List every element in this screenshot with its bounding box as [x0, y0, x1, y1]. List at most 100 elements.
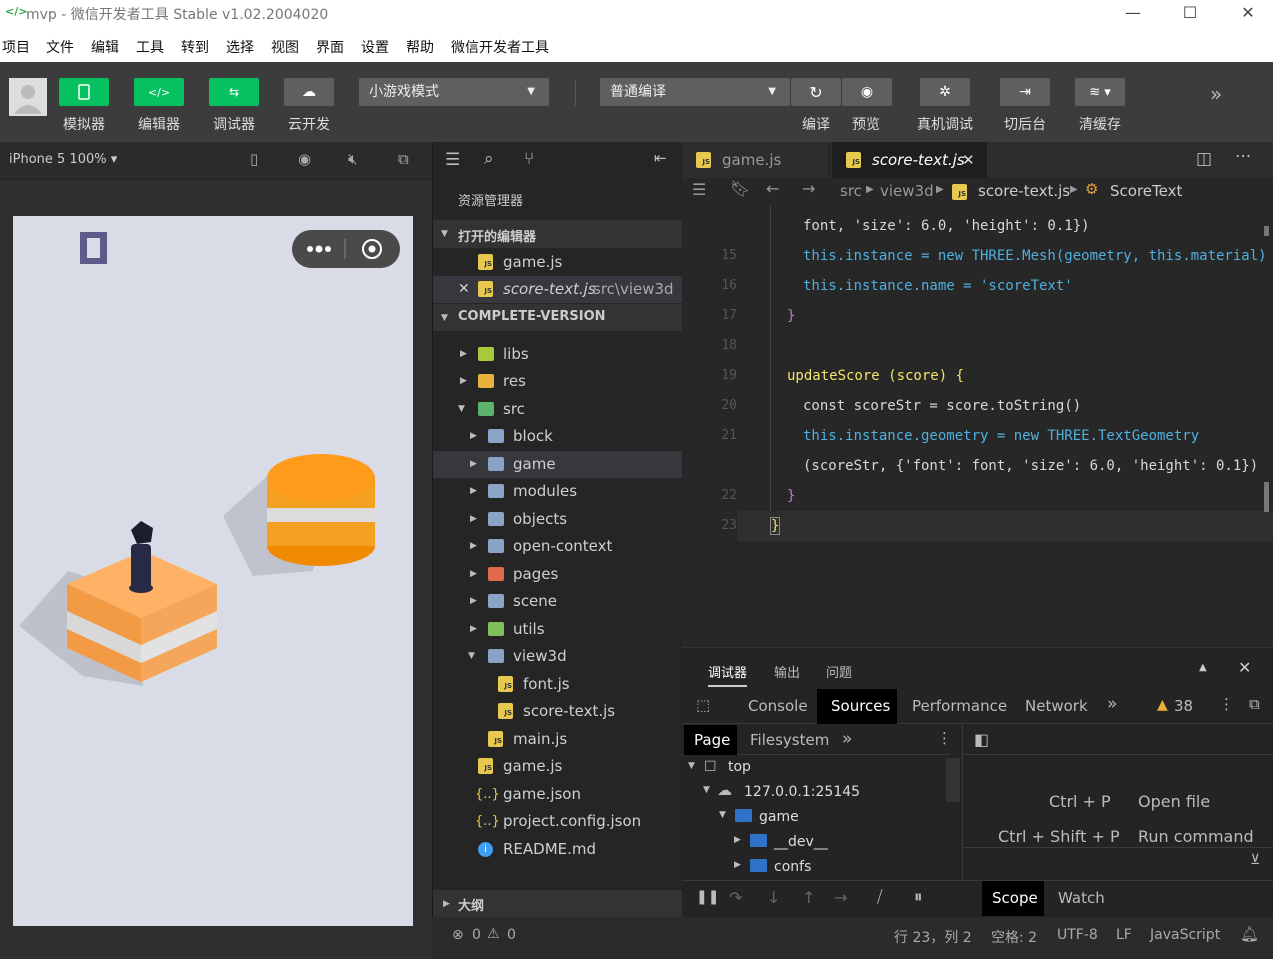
- tree-item-scene[interactable]: ▶ scene: [433, 588, 683, 615]
- error-count[interactable]: 0: [472, 927, 481, 943]
- tab-watch[interactable]: Watch: [1058, 889, 1105, 907]
- back-arrow-icon[interactable]: ←: [766, 179, 779, 198]
- step-icon[interactable]: →: [834, 888, 847, 907]
- minimize-button[interactable]: —: [1113, 2, 1153, 26]
- warning-count[interactable]: 38: [1174, 697, 1193, 715]
- tree-item-view3d[interactable]: ▼ view3d: [433, 643, 683, 670]
- tree-item-readme[interactable]: i README.md: [433, 836, 683, 863]
- menu-settings[interactable]: 设置: [361, 37, 389, 57]
- tree-item-open-context[interactable]: ▶ open-context: [433, 533, 683, 560]
- more-nav-icon[interactable]: »: [842, 729, 852, 749]
- record-icon[interactable]: ◉: [298, 150, 311, 168]
- warning-count[interactable]: 0: [507, 927, 516, 943]
- tree-item-score-text-js[interactable]: JS score-text.js: [433, 698, 683, 725]
- tree-item-objects[interactable]: ▶ objects: [433, 506, 683, 533]
- menu-file[interactable]: 文件: [46, 37, 74, 57]
- tree-dev[interactable]: __dev__: [774, 834, 828, 850]
- pause-exceptions-icon[interactable]: ⏸︎: [914, 887, 923, 907]
- tree-item-src[interactable]: ▼ src: [433, 396, 683, 423]
- tab-scope[interactable]: Scope: [982, 881, 1044, 916]
- code-line[interactable]: }: [787, 308, 795, 324]
- device-select[interactable]: iPhone 5 100% ▾: [9, 152, 117, 167]
- forward-arrow-icon[interactable]: →: [802, 179, 815, 198]
- open-editors-header[interactable]: ▼ 打开的编辑器: [433, 220, 683, 248]
- code-line[interactable]: this.instance = new THREE.Mesh(geometry,…: [803, 248, 1267, 264]
- indentation[interactable]: 空格: 2: [991, 927, 1037, 947]
- mute-icon[interactable]: 🔇︎: [348, 150, 357, 168]
- tree-game[interactable]: game: [759, 809, 799, 825]
- toggle-debugger-icon[interactable]: ⊻: [1250, 852, 1260, 868]
- tab-output[interactable]: 输出: [774, 662, 800, 681]
- tab-sources[interactable]: Sources: [817, 689, 897, 724]
- code-line[interactable]: this.instance.name = 'scoreText': [803, 278, 1073, 294]
- simulator-toggle-button[interactable]: [59, 78, 109, 106]
- menu-select[interactable]: 选择: [226, 37, 254, 57]
- close-window-button[interactable]: ✕: [1228, 2, 1268, 26]
- code-line[interactable]: this.instance.geometry = new THREE.TextG…: [803, 428, 1199, 444]
- real-debug-button[interactable]: ✲: [920, 78, 970, 106]
- encoding[interactable]: UTF-8: [1057, 927, 1098, 943]
- bell-icon[interactable]: 🔔︎: [1240, 925, 1259, 943]
- outline-header[interactable]: ▶ 大纲: [433, 890, 683, 918]
- chevron-up-icon[interactable]: ▲: [1199, 662, 1207, 673]
- code-line[interactable]: font, 'size': 6.0, 'height': 0.1}): [803, 218, 1090, 234]
- language-mode[interactable]: JavaScript: [1150, 927, 1220, 943]
- compile-select[interactable]: 普通编译 ▼: [600, 78, 790, 106]
- more-tabs-icon[interactable]: »: [1107, 694, 1117, 714]
- menu-help[interactable]: 帮助: [406, 37, 434, 57]
- step-out-icon[interactable]: ↑: [802, 888, 815, 907]
- maximize-button[interactable]: ☐: [1170, 2, 1210, 26]
- compile-button[interactable]: ↻: [791, 78, 841, 106]
- tree-item-game-json[interactable]: {..} game.json: [433, 781, 683, 808]
- close-tab-icon[interactable]: ✕: [962, 142, 975, 178]
- cursor-position[interactable]: 行 23，列 2: [894, 927, 972, 947]
- step-over-icon[interactable]: ↷: [729, 888, 742, 907]
- tree-item-res[interactable]: ▶ res: [433, 368, 683, 395]
- tree-item-utils[interactable]: ▶ utils: [433, 616, 683, 643]
- tree-item-libs[interactable]: ▶ libs: [433, 341, 683, 368]
- tab-debugger[interactable]: 调试器: [708, 662, 748, 687]
- code-line[interactable]: const scoreStr = score.toString(): [803, 398, 1081, 414]
- code-line[interactable]: (scoreStr, {'font': font, 'size': 6.0, '…: [803, 458, 1258, 474]
- tree-item-pages[interactable]: ▶ pages: [433, 561, 683, 588]
- search-icon[interactable]: ⌕: [484, 149, 494, 169]
- debugger-toggle-button[interactable]: ⇆: [209, 78, 259, 106]
- tab-game-js[interactable]: JS game.js: [682, 142, 830, 178]
- collapse-sidebar-icon[interactable]: ⇤: [654, 149, 667, 167]
- split-editor-icon[interactable]: ◫: [1196, 149, 1212, 169]
- tree-top[interactable]: top: [728, 759, 751, 775]
- detach-window-icon[interactable]: ⧉: [398, 150, 409, 168]
- tree-item-block[interactable]: ▶ block: [433, 423, 683, 450]
- inspect-element-icon[interactable]: ⬚: [696, 696, 710, 714]
- tree-item-project-config-json[interactable]: {..} project.config.json: [433, 808, 683, 835]
- tab-console[interactable]: Console: [748, 697, 808, 715]
- menu-edit[interactable]: 编辑: [91, 37, 119, 57]
- code-line[interactable]: }: [769, 517, 781, 535]
- tree-confs[interactable]: confs: [774, 859, 811, 875]
- devtools-menu-icon[interactable]: ⋮: [1219, 695, 1234, 713]
- bookmark-icon[interactable]: 🔖︎: [730, 179, 750, 198]
- list-icon[interactable]: ☰: [692, 180, 706, 199]
- project-header[interactable]: ▼ COMPLETE-VERSION: [433, 304, 683, 331]
- tab-performance[interactable]: Performance: [912, 697, 1007, 715]
- deactivate-breakpoints-icon[interactable]: ⧸: [877, 887, 882, 907]
- tab-network[interactable]: Network: [1025, 697, 1088, 715]
- editor-toggle-button[interactable]: </>: [134, 78, 184, 106]
- menu-wechat-devtools[interactable]: 微信开发者工具: [451, 37, 549, 57]
- editor-scrollbar[interactable]: [1264, 226, 1269, 236]
- mode-select[interactable]: 小游戏模式 ▼: [359, 78, 549, 106]
- tree-host[interactable]: 127.0.0.1:25145: [744, 784, 860, 800]
- toggle-navigator-icon[interactable]: ◧: [974, 730, 989, 749]
- tree-item-game-js[interactable]: JS game.js: [433, 753, 683, 780]
- source-control-icon[interactable]: ⑂: [524, 149, 534, 169]
- dock-icon[interactable]: ⧉: [1249, 695, 1260, 713]
- tree-item-main-js[interactable]: JS main.js: [433, 726, 683, 753]
- cloud-dev-button[interactable]: ☁: [284, 78, 334, 106]
- phone-icon[interactable]: ▯: [250, 150, 258, 168]
- open-editor-item[interactable]: JS game.js: [433, 249, 683, 276]
- pause-icon[interactable]: ❚❚: [696, 889, 719, 905]
- tab-problems[interactable]: 问题: [826, 662, 852, 681]
- code-line[interactable]: }: [787, 488, 795, 504]
- menu-goto[interactable]: 转到: [181, 37, 209, 57]
- menu-view[interactable]: 视图: [271, 37, 299, 57]
